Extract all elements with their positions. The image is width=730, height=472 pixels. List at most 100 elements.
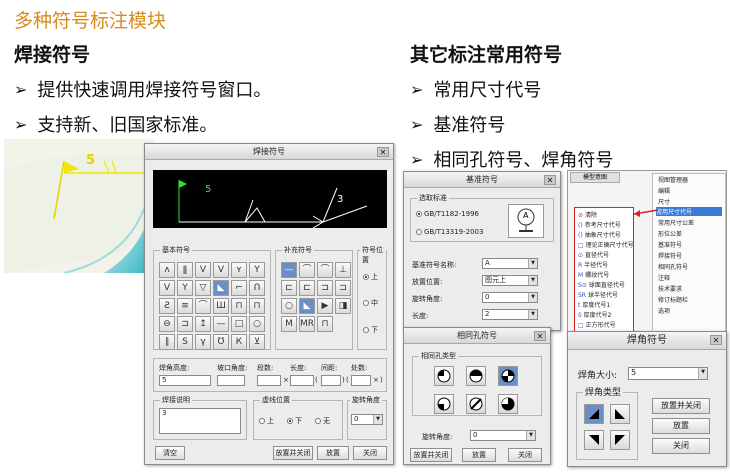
basic-symbol-button[interactable]: ▽ bbox=[195, 280, 211, 296]
submenu-item[interactable]: δ 厚度代号2 bbox=[578, 310, 612, 319]
supp-symbol-button[interactable]: ⊏ bbox=[281, 280, 297, 296]
close-icon[interactable]: ✕ bbox=[377, 147, 389, 157]
supp-symbol-button[interactable]: ⌒ bbox=[317, 262, 333, 278]
menu-item[interactable]: 视图管理器 bbox=[658, 175, 688, 184]
basic-symbol-button[interactable]: — bbox=[213, 316, 229, 332]
basic-symbol-button[interactable]: Ƨ bbox=[159, 298, 175, 314]
basic-symbol-button[interactable]: V bbox=[159, 280, 175, 296]
close-icon[interactable]: ✕ bbox=[534, 331, 546, 341]
supp-symbol-button[interactable]: ⊐ bbox=[335, 280, 351, 296]
basic-symbol-button[interactable]: □ bbox=[231, 316, 247, 332]
submenu-item[interactable]: () 参考尺寸代号 bbox=[578, 220, 621, 229]
basic-symbol-button[interactable]: ∥ bbox=[159, 334, 175, 350]
basic-symbol-button[interactable]: Ш bbox=[213, 298, 229, 314]
menu-item[interactable]: 常用尺寸公差 bbox=[658, 218, 694, 227]
basic-symbol-button[interactable]: ⊖ bbox=[159, 316, 175, 332]
basic-symbol-button-selected[interactable]: ◣ bbox=[213, 280, 229, 296]
fillet-size-select[interactable]: 5 ▼ bbox=[628, 367, 708, 380]
menu-item[interactable]: 编辑 bbox=[658, 186, 670, 195]
menu-item[interactable]: 形位公差 bbox=[658, 229, 682, 238]
submenu-item[interactable]: □ 正方形代号 bbox=[578, 320, 616, 329]
basic-symbol-button[interactable]: V bbox=[213, 262, 229, 278]
submenu-item[interactable]: ⊘ 清除 bbox=[578, 210, 597, 219]
supp-symbol-button[interactable]: M bbox=[281, 316, 297, 332]
submenu-item[interactable]: R 半径代号 bbox=[578, 260, 608, 269]
supp-symbol-button[interactable]: ⊥ bbox=[335, 262, 351, 278]
count-input[interactable] bbox=[351, 375, 371, 386]
length-input[interactable] bbox=[290, 375, 314, 386]
supp-symbol-button[interactable]: ⌒ bbox=[299, 262, 315, 278]
submenu-item[interactable]: □ 理论正确尺寸代号 bbox=[578, 240, 634, 249]
hole-type-button-selected[interactable] bbox=[498, 366, 518, 386]
basic-symbol-button[interactable]: V bbox=[195, 262, 211, 278]
basic-symbol-button[interactable]: ⌒ bbox=[195, 298, 211, 314]
rotation-select[interactable]: 0 ▼ bbox=[351, 414, 383, 425]
hole-type-button[interactable] bbox=[434, 366, 454, 386]
pos-radio-bottom[interactable]: 下 bbox=[363, 325, 378, 335]
basic-symbol-button[interactable]: ⊻ bbox=[249, 334, 265, 350]
supp-symbol-button[interactable]: ○ bbox=[281, 298, 297, 314]
hole-type-button[interactable] bbox=[466, 394, 486, 414]
datum-position-select[interactable]: 图元上 ▼ bbox=[482, 275, 538, 286]
menu-item[interactable]: 选项 bbox=[658, 306, 670, 315]
close-button[interactable]: 关闭 bbox=[508, 448, 542, 462]
basic-symbol-button[interactable]: Ո bbox=[249, 280, 265, 296]
supp-symbol-button[interactable]: MR bbox=[299, 316, 315, 332]
fillet-type-button[interactable] bbox=[584, 430, 604, 450]
submenu-item[interactable]: () 抽象尺寸代号 bbox=[578, 230, 621, 239]
menu-item[interactable]: 相同孔符号 bbox=[658, 262, 688, 271]
pos-radio-top[interactable]: 上 bbox=[363, 272, 378, 282]
datum-length-select[interactable]: 2 ▼ bbox=[482, 309, 538, 320]
fillet-type-button[interactable] bbox=[610, 404, 630, 424]
menu-item[interactable]: 焊接符号 bbox=[658, 251, 682, 260]
datum-angle-select[interactable]: 0 ▼ bbox=[482, 292, 538, 303]
std-radio-1996[interactable]: GB/T1182-1996 bbox=[416, 210, 479, 218]
submenu-item[interactable]: S⊙ 球面直径代号 bbox=[578, 280, 625, 289]
supp-symbol-button[interactable]: ◨ bbox=[335, 298, 351, 314]
supp-symbol-button-selected[interactable]: — bbox=[281, 262, 297, 278]
place-and-close-button[interactable]: 放置并关闭 bbox=[410, 448, 452, 462]
supp-symbol-button[interactable]: ⊏ bbox=[299, 280, 315, 296]
hole-angle-select[interactable]: 0 ▼ bbox=[470, 430, 536, 441]
place-button[interactable]: 放置 bbox=[317, 446, 349, 460]
menu-item[interactable]: 尺寸 bbox=[658, 197, 670, 206]
hole-type-button[interactable] bbox=[434, 394, 454, 414]
basic-symbol-button[interactable]: Ʊ bbox=[213, 334, 229, 350]
place-button[interactable]: 放置 bbox=[652, 418, 710, 434]
close-button[interactable]: 关闭 bbox=[652, 438, 710, 454]
clear-button[interactable]: 清空 bbox=[155, 446, 185, 460]
basic-symbol-button[interactable]: ≡ bbox=[177, 298, 193, 314]
basic-symbol-button[interactable]: γ bbox=[195, 334, 211, 350]
supp-symbol-button[interactable]: ▶ bbox=[317, 298, 333, 314]
submenu-item[interactable]: M 螺纹代号 bbox=[578, 270, 609, 279]
dash-radio-top[interactable]: 上 bbox=[259, 416, 274, 426]
menu-item-common-dimension-highlighted[interactable]: 常用尺寸代号 bbox=[656, 207, 722, 216]
basic-symbol-button[interactable]: ʌ bbox=[159, 262, 175, 278]
menu-item[interactable]: 基准符号 bbox=[658, 240, 682, 249]
submenu-item[interactable]: SR 球半径代号 bbox=[578, 290, 618, 299]
basic-symbol-button[interactable]: S bbox=[177, 334, 193, 350]
submenu-item[interactable]: t 厚度代号1 bbox=[578, 300, 610, 309]
basic-symbol-button[interactable]: ⌐ bbox=[231, 280, 247, 296]
basic-symbol-button[interactable]: ǁ bbox=[177, 262, 193, 278]
basic-symbol-button[interactable]: Y bbox=[177, 280, 193, 296]
basic-symbol-button[interactable]: Y bbox=[249, 262, 265, 278]
pos-radio-middle[interactable]: 中 bbox=[363, 298, 378, 308]
menu-item[interactable]: 注释 bbox=[658, 273, 670, 282]
basic-symbol-button[interactable]: ⊓ bbox=[249, 298, 265, 314]
hole-type-button[interactable] bbox=[498, 394, 518, 414]
basic-symbol-button[interactable]: ↥ bbox=[195, 316, 211, 332]
groove-angle-input[interactable] bbox=[217, 375, 245, 386]
weld-note-textarea[interactable]: 3 bbox=[159, 408, 241, 434]
dash-radio-bottom[interactable]: 下 bbox=[287, 416, 302, 426]
menu-item[interactable]: 修订标题栏 bbox=[658, 295, 688, 304]
std-radio-2003[interactable]: GB/T13319-2003 bbox=[416, 228, 483, 236]
basic-symbol-button[interactable]: ⊓ bbox=[231, 298, 247, 314]
supp-symbol-button-selected[interactable]: ◣ bbox=[299, 298, 315, 314]
supp-symbol-button[interactable]: ⊓ bbox=[317, 316, 333, 332]
close-icon[interactable]: ✕ bbox=[710, 335, 722, 345]
place-button[interactable]: 放置 bbox=[462, 448, 496, 462]
tab-model-intent[interactable]: 模型意图 bbox=[570, 172, 620, 183]
dash-radio-none[interactable]: 无 bbox=[315, 416, 330, 426]
place-and-close-button[interactable]: 放置并关闭 bbox=[652, 398, 710, 414]
